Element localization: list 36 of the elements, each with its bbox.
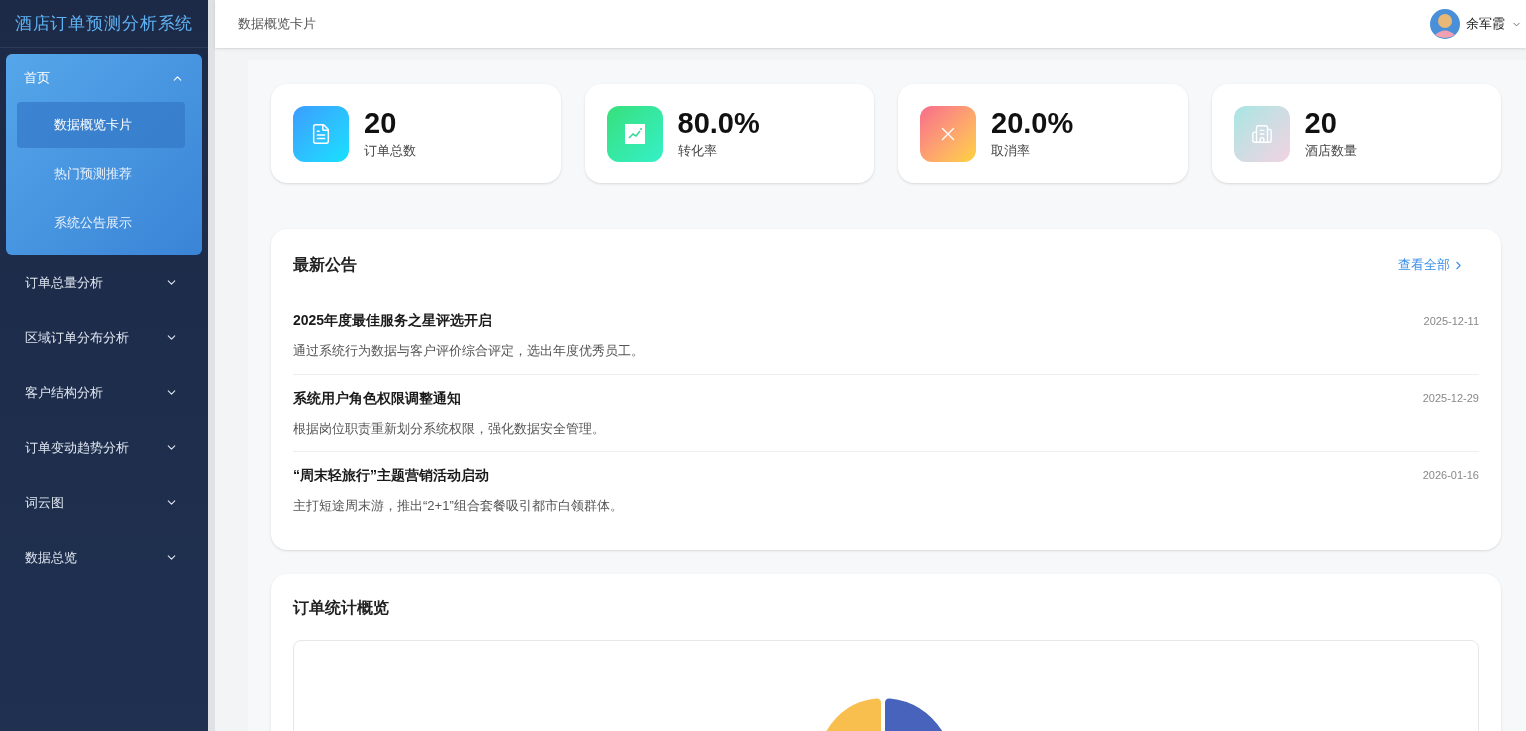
stat-value: 80.0% [677,106,760,139]
notice-date: 2026-01-16 [1422,468,1479,483]
notice-description: 根据岗位职责重新划分系统权限，强化数据安全管理。 [293,419,606,438]
notice-title: 系统用户角色权限调整通知 [293,388,461,408]
section-title: 最新公告 [293,255,357,275]
notice-title: 2025年度最佳服务之星评选开启 [293,311,493,331]
section-title: 订单统计概览 [293,599,389,616]
menu-item[interactable]: 区域订单分布分析 [0,310,208,365]
view-all-link[interactable]: 查看全部 [1398,255,1465,275]
menu-item[interactable]: 客户结构分析 [0,365,208,420]
trend-chart-icon [606,105,663,162]
user-name: 余军霞 [1466,15,1505,34]
menu-item[interactable]: 订单变动趋势分析 [0,420,208,475]
notice-date: 2025-12-29 [1422,391,1479,406]
notice-title: “周末轻旅行”主题营销活动启动 [293,465,489,485]
stat-label: 酒店数量 [1304,141,1357,160]
stat-value: 20 [364,106,398,139]
notice-description: 通过系统行为数据与客户评价综合评定，选出年度优秀员工。 [293,342,645,361]
stat-label: 订单总数 [364,141,416,160]
avatar-icon [1430,9,1460,39]
menu-item[interactable]: 订单总量分析 [0,255,208,310]
stat-value: 20.0% [991,106,1074,139]
menu-item[interactable]: 词云图 [0,475,208,530]
menu-item[interactable]: 数据总览 [0,530,208,585]
submenu-item[interactable]: 数据概览卡片 [17,102,185,148]
stat-label: 取消率 [991,141,1031,160]
notice-date: 2025-12-11 [1423,313,1479,329]
document-icon [293,105,349,162]
building-icon [1233,105,1290,162]
close-icon [920,105,976,162]
breadcrumb: 数据概览卡片 [238,15,316,34]
scrollbar[interactable] [208,0,215,731]
notice-description: 主打短途周末游，推出“2+1”组合套餐吸引都市白领群体。 [293,496,624,515]
stat-value: 20 [1304,106,1338,139]
stat-label: 转化率 [677,141,718,160]
app-title: 酒店订单预测分析系统 [14,11,194,35]
